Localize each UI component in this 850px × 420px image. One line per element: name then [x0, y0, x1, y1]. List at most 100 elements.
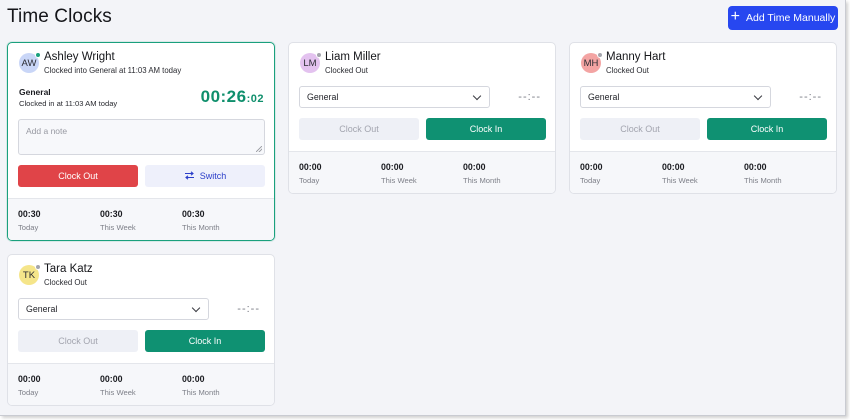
avatar-initials: MH [583, 57, 599, 69]
time-placeholder: --:-- [237, 303, 260, 315]
offline-status-dot [35, 264, 41, 270]
job-select-value: General [26, 304, 58, 314]
clock-status: Clocked into General at 11:03 AM today [44, 66, 182, 75]
clock-out-label: Clock Out [58, 171, 98, 181]
job-select[interactable]: General [18, 298, 209, 320]
clock-out-button[interactable]: Clock Out [18, 330, 138, 352]
avatar-initials: AW [21, 57, 37, 69]
time-clock-card-liam-miller: LM Liam Miller Clocked Out General --:--… [288, 42, 556, 194]
avatar: AW [19, 52, 41, 73]
clocked-in-time: Clocked in at 11:03 AM today [19, 99, 118, 108]
plus-icon: + [730, 8, 741, 25]
clock-in-label: Clock In [750, 124, 784, 134]
switch-label: Switch [199, 171, 227, 181]
stat-label: This Month [744, 176, 782, 185]
clock-out-button[interactable]: Clock Out [580, 118, 700, 140]
time-clock-card-ashley-wright: AW Ashley Wright Clocked into General at… [7, 42, 275, 241]
time-clock-card-manny-hart: MH Manny Hart Clocked Out General --:-- … [569, 42, 837, 194]
stat-this-week: 00:30 This Week [100, 209, 136, 232]
stat-label: This Week [100, 223, 136, 232]
stat-this-month: 00:00 This Month [463, 162, 501, 185]
add-time-manually-button[interactable]: + Add Time Manually [728, 6, 838, 30]
stat-today: 00:30 Today [18, 209, 41, 232]
stat-label: This Week [100, 388, 136, 397]
stat-today: 00:00 Today [580, 162, 603, 185]
resize-handle-icon[interactable] [256, 146, 262, 152]
stat-value: 00:00 [18, 374, 41, 384]
stat-this-week: 00:00 This Week [100, 374, 136, 397]
card-header: LM Liam Miller Clocked Out [289, 43, 555, 81]
clock-status: Clocked Out [44, 278, 87, 287]
job-select-value: General [307, 92, 339, 102]
chevron-down-icon [191, 303, 201, 313]
stat-this-month: 00:30 This Month [182, 209, 220, 232]
stat-label: This Month [182, 388, 220, 397]
time-clocks-page: Time Clocks + Add Time Manually AW Ashle… [0, 0, 846, 416]
employee-name: Liam Miller [325, 51, 381, 63]
stat-value: 00:00 [299, 162, 322, 172]
clock-status: Clocked Out [606, 66, 649, 75]
stat-label: Today [299, 176, 320, 185]
job-select[interactable]: General [299, 86, 490, 108]
stat-this-week: 00:00 This Week [381, 162, 417, 185]
stat-value: 00:00 [182, 374, 205, 384]
avatar: TK [19, 264, 41, 285]
clock-status: Clocked Out [325, 66, 368, 75]
clock-out-label: Clock Out [620, 124, 660, 134]
stat-value: 00:30 [100, 209, 123, 219]
time-clock-card-tara-katz: TK Tara Katz Clocked Out General --:-- C… [7, 254, 275, 406]
stat-today: 00:00 Today [299, 162, 322, 185]
chevron-down-icon [472, 91, 482, 101]
time-totals: 00:30 Today 00:30 This Week 00:30 This Mont… [8, 198, 274, 240]
offline-status-dot [597, 52, 603, 58]
stat-label: Today [18, 388, 39, 397]
clock-out-button[interactable]: Clock Out [299, 118, 419, 140]
stat-value: 00:00 [100, 374, 123, 384]
employee-name: Manny Hart [606, 51, 666, 63]
swap-arrows-icon [184, 170, 195, 182]
chevron-down-icon [753, 91, 763, 101]
add-time-manually-label: Add Time Manually [746, 12, 836, 24]
online-status-dot [35, 52, 41, 58]
offline-status-dot [316, 52, 322, 58]
time-totals: 00:00 Today 00:00 This Week 00:00 This Mont… [570, 151, 836, 193]
card-header: MH Manny Hart Clocked Out [570, 43, 836, 81]
stat-this-month: 00:00 This Month [744, 162, 782, 185]
stat-label: This Week [381, 176, 417, 185]
stat-value: 00:00 [381, 162, 404, 172]
time-totals: 00:00 Today 00:00 This Week 00:00 This Mont… [289, 151, 555, 193]
clock-in-label: Clock In [188, 336, 222, 346]
stat-label: This Month [463, 176, 501, 185]
stat-value: 00:30 [182, 209, 205, 219]
timer-hours-minutes: 00:26 [200, 87, 247, 106]
timer-seconds: :02 [246, 93, 264, 105]
job-select[interactable]: General [580, 86, 771, 108]
avatar: MH [581, 52, 603, 73]
note-input[interactable]: Add a note [18, 119, 265, 155]
avatar-initials: LM [303, 57, 317, 69]
clock-out-label: Clock Out [339, 124, 379, 134]
note-placeholder: Add a note [26, 126, 68, 136]
stat-value: 00:00 [463, 162, 486, 172]
stat-label: Today [18, 223, 39, 232]
time-placeholder: --:-- [799, 91, 822, 103]
page-title: Time Clocks [7, 6, 112, 27]
card-header: TK Tara Katz Clocked Out [8, 255, 274, 293]
stat-label: Today [580, 176, 601, 185]
clock-out-button[interactable]: Clock Out [18, 165, 138, 187]
time-totals: 00:00 Today 00:00 This Week 00:00 This Mont… [8, 363, 274, 405]
avatar: LM [300, 52, 322, 73]
clock-in-button[interactable]: Clock In [426, 118, 546, 140]
stat-this-week: 00:00 This Week [662, 162, 698, 185]
stat-value: 00:00 [744, 162, 767, 172]
card-header: AW Ashley Wright Clocked into General at… [8, 43, 274, 81]
job-select-value: General [588, 92, 620, 102]
clock-in-button[interactable]: Clock In [145, 330, 265, 352]
stat-value: 00:00 [580, 162, 603, 172]
stat-value: 00:00 [662, 162, 685, 172]
switch-button[interactable]: Switch [145, 165, 265, 187]
time-placeholder: --:-- [518, 91, 541, 103]
stat-this-month: 00:00 This Month [182, 374, 220, 397]
stat-today: 00:00 Today [18, 374, 41, 397]
clock-in-button[interactable]: Clock In [707, 118, 827, 140]
